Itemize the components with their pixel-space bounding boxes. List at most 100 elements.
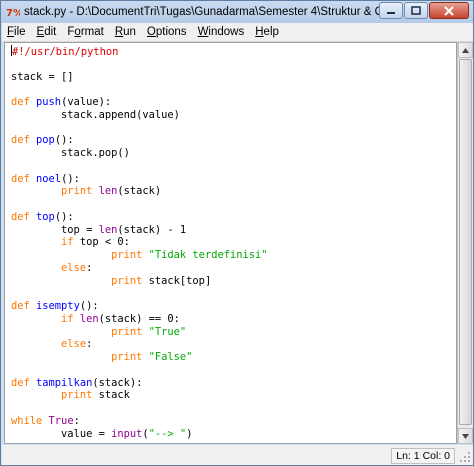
- code-token: if: [61, 236, 80, 249]
- code-token: "False": [148, 351, 193, 363]
- code-line: def noel():: [11, 173, 80, 186]
- code-line: print "True": [11, 326, 186, 339]
- scroll-down-icon: [462, 433, 469, 439]
- code-line: else:: [11, 338, 92, 351]
- scroll-up-icon: [462, 47, 469, 53]
- code-token: len: [98, 223, 118, 236]
- code-token: def: [11, 210, 37, 223]
- code-token: ():: [61, 172, 80, 185]
- code-line: def isempty():: [11, 300, 99, 313]
- code-token: noel: [36, 172, 62, 185]
- code-token: print: [111, 249, 149, 261]
- window-title: stack.py - D:\DocumentTri\Tugas\Gunadarm…: [24, 6, 394, 18]
- vertical-scrollbar[interactable]: [457, 42, 473, 444]
- code-token: #!/usr/bin/python: [12, 46, 119, 58]
- code-token: print: [111, 351, 149, 363]
- menu-windows[interactable]: Windows: [193, 23, 250, 41]
- close-icon: [444, 5, 454, 16]
- code-token: isempty: [36, 300, 80, 312]
- code-token: stack[top]: [148, 274, 212, 287]
- menu-run[interactable]: Run: [110, 23, 141, 41]
- code-token: def: [11, 300, 37, 312]
- status-bar: Ln: 1 Col: 0: [2, 445, 473, 465]
- code-line: stack.append(value): [11, 109, 180, 122]
- code-line: stack.pop(): [11, 147, 130, 160]
- menu-edit[interactable]: Edit: [32, 23, 62, 41]
- code-token: else: [61, 338, 87, 351]
- code-token: top: [36, 210, 55, 223]
- menu-options[interactable]: Options: [142, 23, 192, 41]
- scrollbar-thumb[interactable]: [459, 59, 472, 425]
- code-editor[interactable]: #!/usr/bin/python stack = [] def push(valu…: [4, 42, 457, 444]
- code-token: print: [111, 325, 149, 338]
- code-token: stack: [98, 389, 130, 402]
- code-line: print stack: [11, 389, 130, 402]
- code-token: (stack): [117, 185, 162, 198]
- code-token: "True": [148, 325, 187, 338]
- code-token: stack.pop(): [11, 147, 130, 159]
- code-token: while: [11, 414, 49, 427]
- code-line: def tampilkan(stack):: [11, 377, 142, 390]
- python-idle-icon[interactable]: 7%: [6, 5, 20, 19]
- code-line: else:: [11, 262, 92, 275]
- close-button[interactable]: [429, 2, 469, 19]
- code-token: stack.append(value): [11, 108, 180, 121]
- code-token: ():: [79, 300, 99, 312]
- title-bar[interactable]: 7% stack.py - D:\DocumentTri\Tugas\Gunad…: [1, 1, 473, 23]
- code-line: value = input("--> "): [11, 428, 192, 441]
- code-line: def top():: [11, 211, 74, 224]
- code-line: def pop():: [11, 134, 74, 147]
- code-line: while True:: [11, 415, 80, 428]
- menu-format[interactable]: Format: [62, 23, 108, 41]
- code-token: "Tidak terdefinisi": [148, 249, 268, 261]
- code-token: ():: [54, 134, 74, 147]
- idle-editor-window: 7% stack.py - D:\DocumentTri\Tugas\Gunad…: [0, 0, 474, 466]
- code-token: (stack) - 1: [117, 223, 187, 236]
- maximize-button[interactable]: [404, 2, 428, 19]
- code-token: input: [111, 427, 143, 440]
- menu-help[interactable]: Help: [250, 23, 284, 41]
- code-token: print: [111, 274, 149, 287]
- code-token: len: [79, 312, 99, 325]
- code-token: def: [11, 134, 37, 147]
- minimize-icon: [387, 11, 395, 14]
- code-line: def push(value):: [11, 96, 111, 109]
- menu-bar: File Edit Format Run Options Windows Help: [2, 23, 473, 42]
- code-token: "--> ": [148, 427, 187, 440]
- code-token: else: [61, 261, 87, 274]
- code-line: if len(stack) == 0:: [11, 313, 180, 326]
- code-token: def: [11, 96, 37, 108]
- code-token: :: [86, 338, 93, 351]
- code-token: tampilkan: [36, 376, 93, 389]
- scroll-up-button[interactable]: [458, 42, 473, 58]
- minimize-button[interactable]: [379, 2, 403, 19]
- code-token: top < 0:: [79, 236, 130, 249]
- code-token: (stack):: [92, 376, 143, 389]
- code-token: def: [11, 376, 37, 389]
- code-token: ): [186, 427, 193, 440]
- code-token: (stack) == 0:: [98, 312, 180, 325]
- code-token: (value):: [61, 96, 112, 108]
- code-token: :: [73, 414, 80, 427]
- code-token: ():: [54, 210, 74, 223]
- menu-file[interactable]: File: [2, 23, 31, 41]
- code-line: print "False": [11, 351, 192, 364]
- code-token: stack = []: [11, 70, 74, 83]
- resize-grip-icon[interactable]: [459, 451, 471, 463]
- code-token: pop: [36, 134, 55, 147]
- code-token: if: [61, 312, 80, 325]
- code-line: print stack[top]: [11, 275, 211, 288]
- python-idle-icon-text: 7%: [6, 8, 20, 19]
- scroll-down-button[interactable]: [458, 428, 473, 444]
- code-line: top = len(stack) - 1: [11, 224, 186, 237]
- code-line: if top < 0:: [11, 236, 130, 249]
- code-token: print: [61, 389, 99, 402]
- code-token: len: [98, 185, 118, 198]
- maximize-icon: [411, 6, 421, 15]
